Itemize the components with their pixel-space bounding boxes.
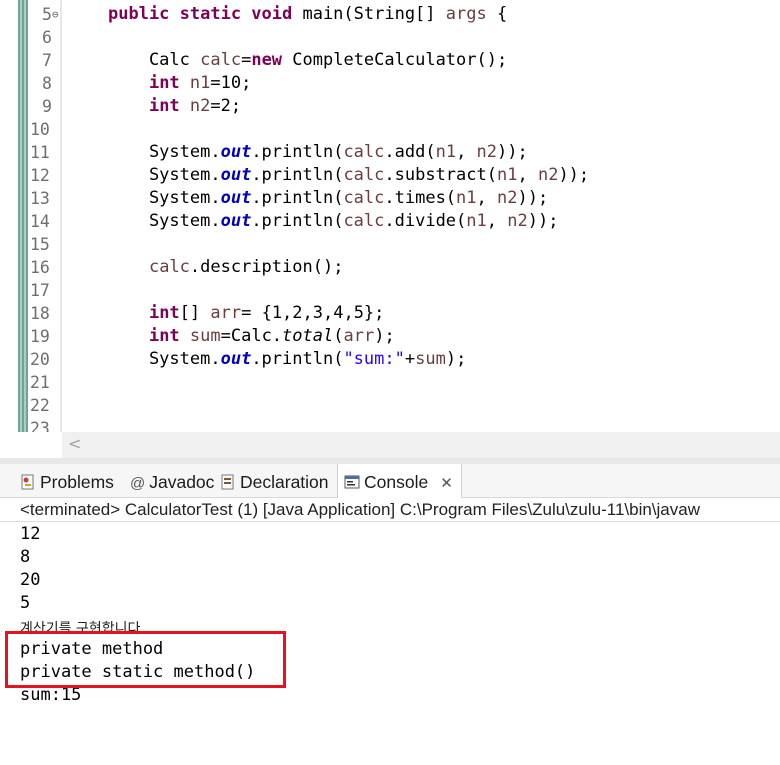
code-text: Calc calc=new CompleteCalculator(); bbox=[108, 50, 508, 70]
console-output-line: 5 bbox=[20, 593, 31, 613]
code-line[interactable]: 7 Calc calc=new CompleteCalculator(); bbox=[0, 49, 780, 72]
line-number: 20 bbox=[30, 350, 50, 369]
line-number: 7 bbox=[42, 51, 52, 70]
code-line[interactable]: 17 bbox=[0, 279, 780, 302]
tab-problems[interactable]: Problems bbox=[20, 464, 114, 497]
view-tab-bar: Problems @ Javadoc Declaration Console ✕ bbox=[0, 464, 780, 498]
line-number: 16 bbox=[30, 258, 50, 277]
console-output-line: 20 bbox=[20, 570, 41, 590]
code-line[interactable]: 12 System.out.println(calc.substract(n1,… bbox=[0, 164, 780, 187]
code-line[interactable]: 21 bbox=[0, 371, 780, 394]
code-line[interactable]: 13 System.out.println(calc.times(n1, n2)… bbox=[0, 187, 780, 210]
console-output-line: 8 bbox=[20, 547, 31, 567]
code-text: calc.description(); bbox=[148, 257, 344, 277]
tab-problems-label: Problems bbox=[40, 472, 114, 492]
scroll-left-icon[interactable]: < bbox=[68, 434, 81, 453]
code-text: int n2=2; bbox=[148, 96, 242, 116]
line-number: 17 bbox=[30, 281, 50, 300]
code-text: public static void main(String[] args { bbox=[108, 4, 508, 24]
line-number: 13 bbox=[30, 189, 50, 208]
code-text: System.out.println(calc.divide(n1, n2)); bbox=[108, 211, 559, 231]
tab-console[interactable]: Console ✕ bbox=[337, 464, 462, 498]
code-line[interactable]: 9 int n2=2; bbox=[0, 95, 780, 118]
tab-javadoc-label: Javadoc bbox=[149, 472, 215, 492]
code-line[interactable]: 23 bbox=[0, 417, 780, 432]
tab-javadoc[interactable]: @ Javadoc bbox=[130, 464, 214, 497]
line-number: 8 bbox=[42, 74, 52, 93]
line-number: 23 bbox=[30, 419, 50, 432]
horizontal-scrollbar[interactable]: < bbox=[62, 432, 780, 458]
line-number: 14 bbox=[30, 212, 50, 231]
line-number: 6 bbox=[42, 28, 52, 47]
code-line[interactable]: 15 bbox=[0, 233, 780, 256]
tab-declaration-label: Declaration bbox=[240, 472, 329, 492]
problems-icon bbox=[20, 466, 36, 490]
code-line[interactable]: 20 System.out.println("sum:"+sum); bbox=[0, 348, 780, 371]
code-editor[interactable]: 5 ⊖ public static void main(String[] args … bbox=[0, 0, 780, 432]
code-line[interactable]: 5 ⊖ public static void main(String[] args … bbox=[0, 3, 780, 26]
code-line[interactable]: 8 int n1=10; bbox=[0, 72, 780, 95]
line-number: 18 bbox=[30, 304, 50, 323]
code-line[interactable]: 18 int[] arr= {1,2,3,4,5}; bbox=[0, 302, 780, 325]
line-number: 10 bbox=[30, 120, 50, 139]
code-text: System.out.println("sum:"+sum); bbox=[108, 349, 467, 369]
console-view[interactable]: <terminated> CalculatorTest (1) [Java Ap… bbox=[0, 498, 780, 765]
code-text: int[] arr= {1,2,3,4,5}; bbox=[148, 303, 385, 323]
line-number: 9 bbox=[42, 97, 52, 116]
code-text: System.out.println(calc.times(n1, n2)); bbox=[108, 188, 549, 208]
highlight-box bbox=[5, 631, 286, 688]
code-text: System.out.println(calc.add(n1, n2)); bbox=[108, 142, 528, 162]
collapse-icon[interactable]: ⊖ bbox=[52, 3, 59, 26]
console-output-line: 12 bbox=[20, 524, 41, 544]
line-number: 12 bbox=[30, 166, 50, 185]
code-line[interactable]: 14 System.out.println(calc.divide(n1, n2… bbox=[0, 210, 780, 233]
tab-declaration[interactable]: Declaration bbox=[220, 464, 329, 497]
line-number: 11 bbox=[30, 143, 50, 162]
close-icon[interactable]: ✕ bbox=[440, 475, 453, 492]
code-line[interactable]: 22 bbox=[0, 394, 780, 417]
code-line[interactable]: 6 bbox=[0, 26, 780, 49]
console-divider bbox=[0, 521, 780, 522]
tab-console-label: Console bbox=[364, 472, 429, 492]
console-status: <terminated> CalculatorTest (1) [Java Ap… bbox=[20, 500, 700, 519]
line-number: 15 bbox=[30, 235, 50, 254]
code-text: System.out.println(calc.substract(n1, n2… bbox=[108, 165, 590, 185]
code-text: int sum=Calc.total(arr); bbox=[148, 326, 395, 346]
code-text: int n1=10; bbox=[148, 73, 252, 93]
code-line[interactable]: 10 bbox=[0, 118, 780, 141]
at-icon: @ bbox=[130, 475, 146, 492]
line-number: 21 bbox=[30, 373, 50, 392]
console-icon bbox=[344, 466, 360, 489]
code-line[interactable]: 19 int sum=Calc.total(arr); bbox=[0, 325, 780, 348]
line-number: 19 bbox=[30, 327, 50, 346]
code-line[interactable]: 16 calc.description(); bbox=[0, 256, 780, 279]
code-line[interactable]: 11 System.out.println(calc.add(n1, n2)); bbox=[0, 141, 780, 164]
line-number: 22 bbox=[30, 396, 50, 415]
declaration-icon bbox=[220, 466, 236, 490]
